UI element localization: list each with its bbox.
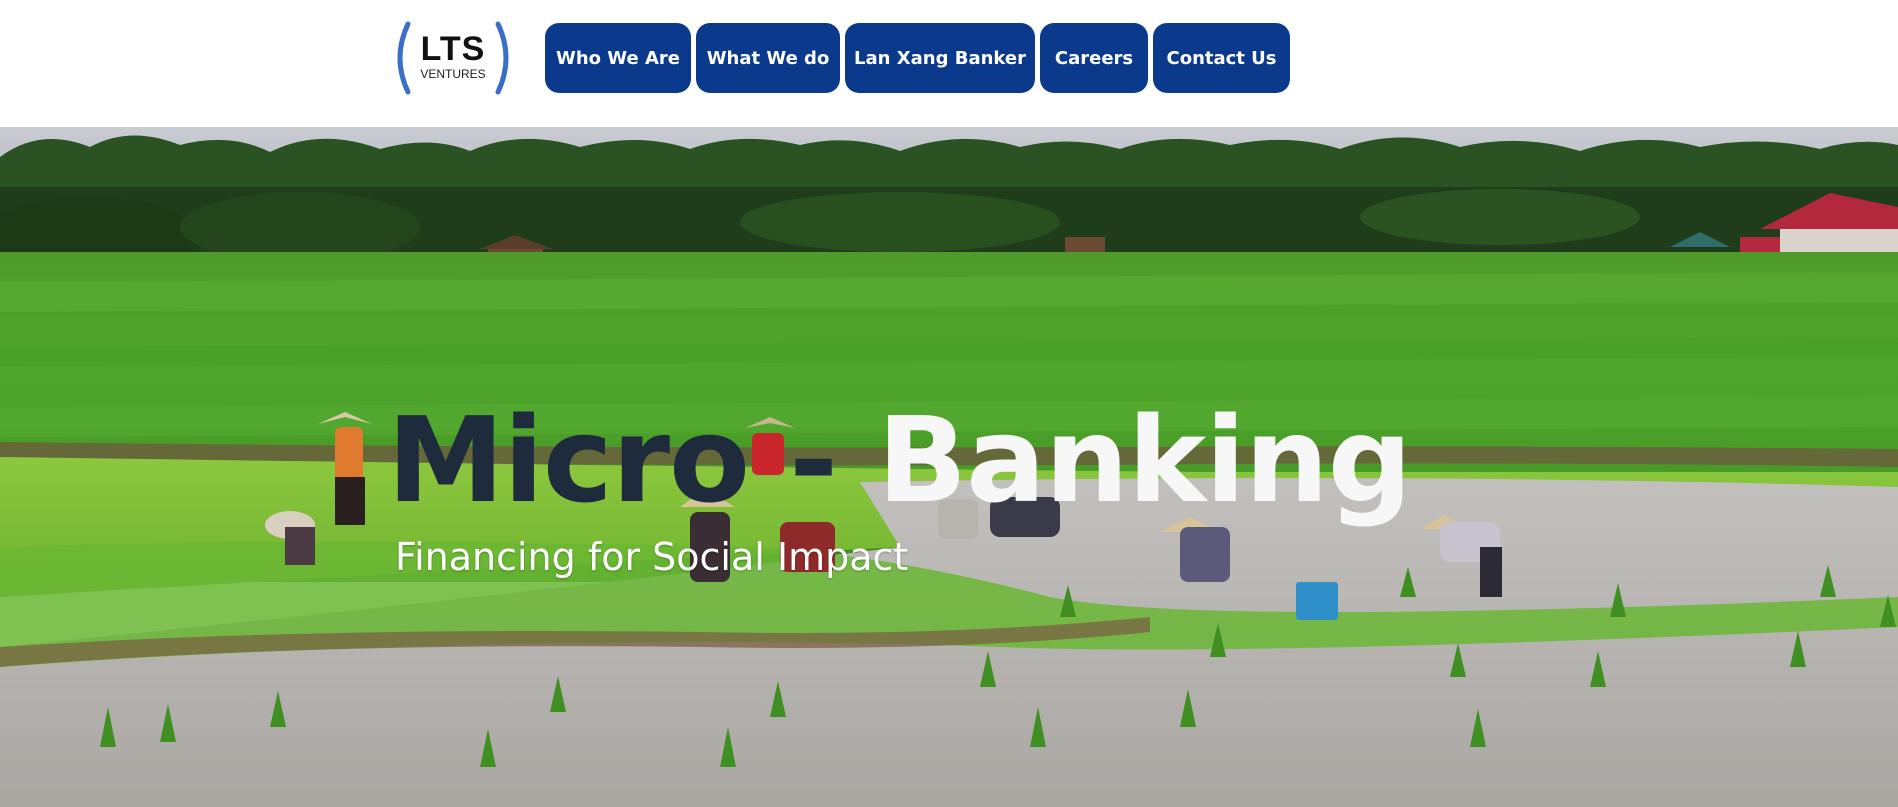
logo-main-text: LTS xyxy=(420,30,486,68)
site-header: LTS VENTURES Who We Are What We do Lan X… xyxy=(0,0,1898,127)
nav-what-we-do[interactable]: What We do xyxy=(696,23,840,93)
hero-title-micro: Micro xyxy=(387,391,750,529)
nav-lan-xang-banker[interactable]: Lan Xang Banker xyxy=(845,23,1035,93)
page: LTS VENTURES Who We Are What We do Lan X… xyxy=(0,0,1898,807)
hero-title-separator: - xyxy=(749,391,878,529)
nav-careers[interactable]: Careers xyxy=(1040,23,1148,93)
main-nav: Who We Are What We do Lan Xang Banker Ca… xyxy=(545,23,1290,93)
nav-contact-us[interactable]: Contact Us xyxy=(1153,23,1290,93)
hero-subtitle: Financing for Social Impact xyxy=(395,535,909,579)
logo-sub-text: VENTURES xyxy=(420,67,486,81)
hero-title: Micro - Banking xyxy=(387,395,1412,525)
hero-section: Micro - Banking Financing for Social Imp… xyxy=(0,127,1898,807)
nav-who-we-are[interactable]: Who We Are xyxy=(545,23,691,93)
lts-ventures-logo[interactable]: LTS VENTURES xyxy=(394,20,512,96)
hero-title-banking: Banking xyxy=(877,391,1412,529)
